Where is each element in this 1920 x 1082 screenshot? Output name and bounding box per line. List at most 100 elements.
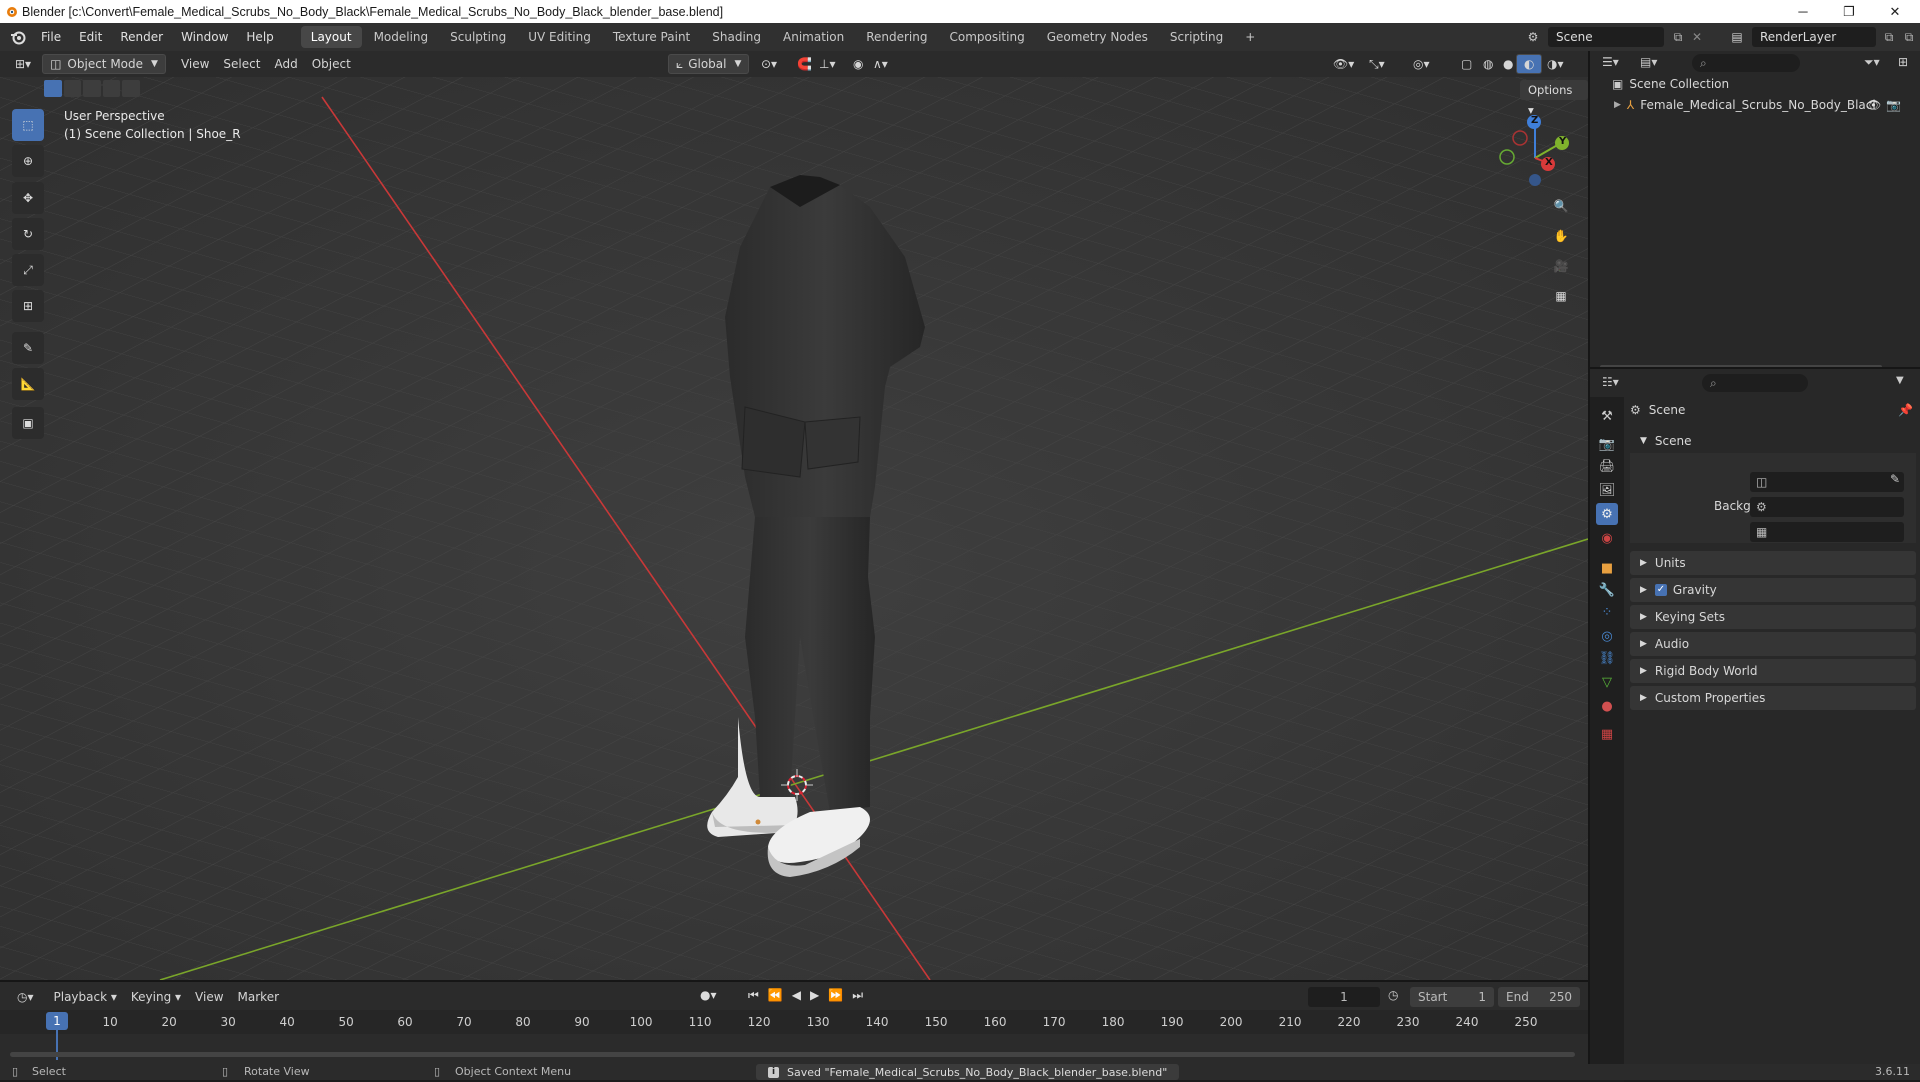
select-new-icon[interactable]: [44, 80, 62, 97]
menu-marker[interactable]: Marker: [231, 987, 286, 1007]
new-view-layer-icon[interactable]: ⧉: [1880, 27, 1898, 47]
view-layer-tab-icon[interactable]: 🖼: [1596, 479, 1618, 501]
cursor-tool[interactable]: ⊕: [12, 145, 44, 177]
blender-menu-icon[interactable]: [10, 29, 26, 45]
close-button[interactable]: ✕: [1872, 0, 1918, 23]
menu-file[interactable]: File: [32, 23, 70, 51]
tab-texture-paint[interactable]: Texture Paint: [603, 26, 700, 48]
overlay-toggle-icon[interactable]: ◎▾: [1406, 54, 1437, 74]
play-reverse-icon[interactable]: ◀: [792, 988, 801, 1003]
tab-compositing[interactable]: Compositing: [939, 26, 1034, 48]
menu-playback[interactable]: Playback ▾: [47, 987, 124, 1007]
start-frame-field[interactable]: Start 1: [1410, 987, 1494, 1007]
scene-name-field[interactable]: Scene: [1548, 27, 1664, 47]
object-tab-icon[interactable]: ■: [1596, 557, 1618, 579]
active-clip-field[interactable]: ▦: [1750, 522, 1904, 542]
tab-rendering[interactable]: Rendering: [856, 26, 937, 48]
perspective-toggle-icon[interactable]: ▦: [1548, 283, 1574, 309]
timeline-editor-icon[interactable]: ◷▾: [10, 987, 41, 1007]
outliner-root[interactable]: ▣ Scene Collection: [1612, 77, 1729, 91]
jump-start-icon[interactable]: ⏮: [748, 988, 759, 1003]
tab-geometry-nodes[interactable]: Geometry Nodes: [1037, 26, 1158, 48]
eye-icon[interactable]: 👁: [1866, 98, 1881, 112]
output-tab-icon[interactable]: 🖨: [1596, 455, 1618, 477]
keying-sets-panel[interactable]: ▶ Keying Sets: [1630, 605, 1916, 629]
editor-type-button[interactable]: ⊞▾: [8, 54, 38, 74]
play-icon[interactable]: ▶: [810, 988, 819, 1003]
tab-animation[interactable]: Animation: [773, 26, 854, 48]
outliner-row[interactable]: ▶ ⅄ Female_Medical_Scrubs_No_Body_Blacl …: [1614, 95, 1914, 115]
custom-properties-panel[interactable]: ▶ Custom Properties: [1630, 686, 1916, 710]
zoom-icon[interactable]: 🔍: [1548, 193, 1574, 219]
select-box-tool[interactable]: ⬚: [12, 109, 44, 141]
options-button[interactable]: Options ▾: [1520, 80, 1588, 117]
tab-layout[interactable]: Layout: [300, 26, 362, 48]
material-tab-icon[interactable]: ●: [1596, 695, 1618, 717]
prev-keyframe-icon[interactable]: ⏪: [768, 988, 783, 1003]
measure-tool[interactable]: 📐: [12, 368, 44, 400]
view-layer-icon[interactable]: ▤: [1726, 27, 1748, 47]
properties-editor-icon[interactable]: ☷▾: [1602, 375, 1619, 389]
chevron-down-icon[interactable]: ▼: [1896, 375, 1904, 386]
select-subtract-icon[interactable]: [83, 80, 101, 97]
particles-tab-icon[interactable]: ⁘: [1596, 601, 1618, 623]
jump-end-icon[interactable]: ⏭: [852, 988, 863, 1003]
tab-uv-editing[interactable]: UV Editing: [518, 26, 601, 48]
annotate-tool[interactable]: ✎: [12, 332, 44, 364]
gizmo-x-label[interactable]: X: [1545, 157, 1553, 168]
filter-icon[interactable]: ⏷▾: [1864, 55, 1880, 70]
tool-tab-icon[interactable]: ⚒: [1596, 405, 1618, 427]
physics-tab-icon[interactable]: ◎: [1596, 625, 1618, 647]
units-panel[interactable]: ▶ Units: [1630, 551, 1916, 575]
tab-modeling[interactable]: Modeling: [364, 26, 439, 48]
view-layer-field[interactable]: RenderLayer: [1752, 27, 1876, 47]
tab-shading[interactable]: Shading: [702, 26, 771, 48]
pin-icon[interactable]: 📌: [1898, 403, 1913, 417]
new-scene-icon[interactable]: ⧉: [1668, 27, 1688, 47]
audio-panel[interactable]: ▶ Audio: [1630, 632, 1916, 656]
rendered-shading-icon[interactable]: ◑▾: [1540, 54, 1571, 74]
add-workspace-button[interactable]: +: [1235, 26, 1265, 48]
current-frame-field[interactable]: 1: [1308, 987, 1380, 1007]
texture-tab-icon[interactable]: ▦: [1596, 723, 1618, 745]
eyedropper-icon[interactable]: ✎: [1890, 472, 1900, 486]
end-frame-field[interactable]: End 250: [1498, 987, 1580, 1007]
falloff-icon[interactable]: ∧▾: [866, 54, 895, 74]
select-intersect-icon[interactable]: [122, 80, 140, 97]
expand-arrow-icon[interactable]: ▶: [1614, 100, 1621, 110]
3d-viewport[interactable]: Z Y X Options ▾ User Perspective (1) Sce…: [0, 77, 1588, 980]
menu-timeline-view[interactable]: View: [188, 987, 230, 1007]
transform-orientation-selector[interactable]: ⟀ Global ▼: [668, 54, 750, 74]
menu-add[interactable]: Add: [267, 54, 304, 74]
constraints-tab-icon[interactable]: ⛓: [1596, 647, 1618, 669]
transform-tool[interactable]: ⊞: [12, 290, 44, 322]
camera-field[interactable]: ◫: [1750, 472, 1904, 492]
gravity-panel[interactable]: ▶ ✓ Gravity: [1630, 578, 1916, 602]
remove-view-layer-icon[interactable]: ⧉: [1900, 27, 1918, 47]
snap-target-icon[interactable]: ⊥▾: [812, 54, 842, 74]
background-scene-field[interactable]: ⚙: [1750, 497, 1904, 517]
move-tool[interactable]: ✥: [12, 182, 44, 214]
pivot-point-icon[interactable]: ⊙▾: [754, 54, 784, 74]
gizmo-toggle-icon[interactable]: ⤡▾: [1362, 54, 1392, 74]
menu-window[interactable]: Window: [172, 23, 237, 51]
render-camera-icon[interactable]: 📷: [1886, 98, 1901, 112]
visibility-selector-icon[interactable]: 👁▾: [1326, 54, 1361, 74]
select-invert-icon[interactable]: [102, 80, 121, 97]
new-collection-icon[interactable]: ⊞: [1898, 55, 1908, 69]
material-preview-icon[interactable]: ◐: [1516, 54, 1543, 74]
auto-keying-icon[interactable]: ●▾: [700, 988, 717, 1002]
maximize-button[interactable]: ❐: [1826, 0, 1872, 23]
menu-view[interactable]: View: [174, 54, 216, 74]
preview-range-icon[interactable]: ◷: [1388, 988, 1398, 1002]
menu-render[interactable]: Render: [111, 23, 172, 51]
scene-browse-icon[interactable]: ⚙: [1522, 26, 1544, 48]
delete-scene-icon[interactable]: ✕: [1688, 27, 1706, 47]
display-mode-icon[interactable]: ▤▾: [1640, 55, 1657, 69]
menu-edit[interactable]: Edit: [70, 23, 111, 51]
next-keyframe-icon[interactable]: ⏩: [828, 988, 843, 1003]
tab-scripting[interactable]: Scripting: [1160, 26, 1233, 48]
select-extend-icon[interactable]: [63, 80, 82, 97]
menu-select[interactable]: Select: [216, 54, 267, 74]
modifier-tab-icon[interactable]: 🔧: [1596, 579, 1618, 601]
